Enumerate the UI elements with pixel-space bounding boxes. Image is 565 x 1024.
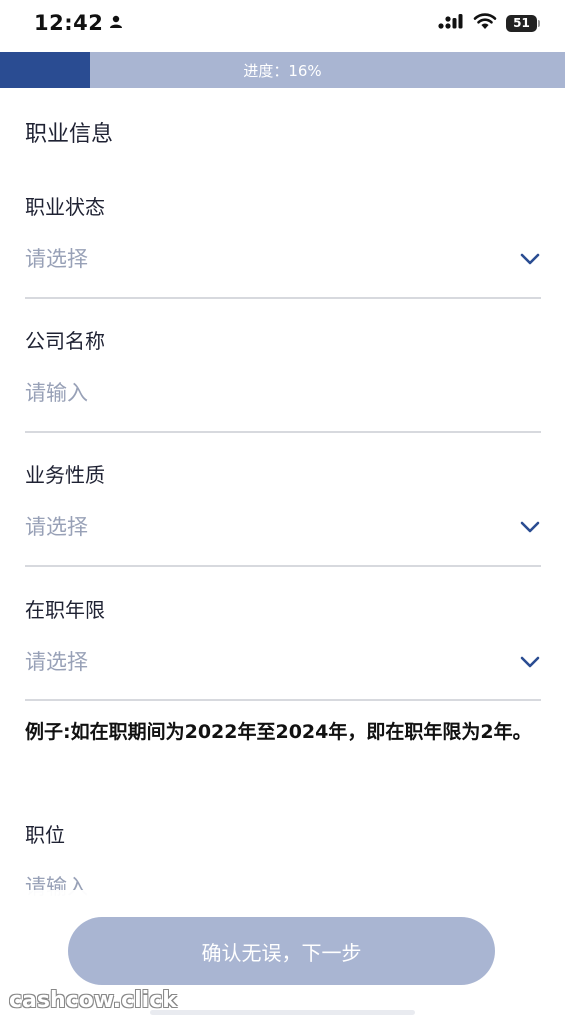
select-placeholder: 请选择: [25, 515, 88, 539]
field-divider: [25, 431, 541, 433]
select-placeholder: 请选择: [25, 247, 88, 271]
chevron-down-icon: [520, 521, 540, 533]
field-divider: [25, 565, 541, 567]
years-example-note: 例子:如在职期间为2022年至2024年，即在职年限为2年。: [25, 721, 532, 743]
field-divider: [25, 297, 541, 299]
company-name-field[interactable]: 公司名称 请输入: [25, 326, 541, 408]
company-name-input[interactable]: 请输入: [25, 378, 541, 408]
field-divider: [25, 699, 541, 701]
field-label: 职位: [25, 823, 65, 847]
confirm-next-button[interactable]: 确认无误，下一步: [68, 917, 495, 985]
select-placeholder: 请选择: [25, 650, 88, 674]
progress-label: 进度：16%: [243, 61, 322, 80]
field-label: 职业状态: [25, 195, 105, 219]
business-nature-select[interactable]: 请选择: [25, 512, 541, 542]
occupation-status-select[interactable]: 请选择: [25, 244, 541, 274]
status-right: 51: [438, 12, 540, 34]
chevron-down-icon: [520, 253, 540, 265]
field-label: 业务性质: [25, 463, 105, 487]
home-indicator: [150, 1010, 415, 1015]
status-time: 12:42: [34, 11, 104, 35]
screen: 12:42 51 进度：16% 职业信息 职业状态 请选择 公司名称 请输入 业…: [0, 0, 565, 1024]
occupation-status-field[interactable]: 职业状态 请选择: [25, 192, 541, 274]
business-nature-field[interactable]: 业务性质 请选择: [25, 460, 541, 542]
progress-bar: 进度：16%: [0, 52, 565, 88]
cellular-signal-icon: [438, 12, 464, 34]
years-employed-field[interactable]: 在职年限 请选择: [25, 595, 541, 677]
field-label: 公司名称: [25, 329, 105, 353]
status-left: 12:42: [34, 11, 123, 35]
field-label: 在职年限: [25, 598, 105, 622]
wifi-icon: [473, 12, 497, 34]
battery-icon: 51: [506, 14, 540, 32]
input-placeholder: 请输入: [25, 381, 88, 405]
person-icon: [109, 14, 123, 33]
status-bar: 12:42 51: [0, 0, 565, 46]
section-title: 职业信息: [25, 122, 114, 147]
chevron-down-icon: [520, 656, 540, 668]
years-employed-select[interactable]: 请选择: [25, 647, 541, 677]
